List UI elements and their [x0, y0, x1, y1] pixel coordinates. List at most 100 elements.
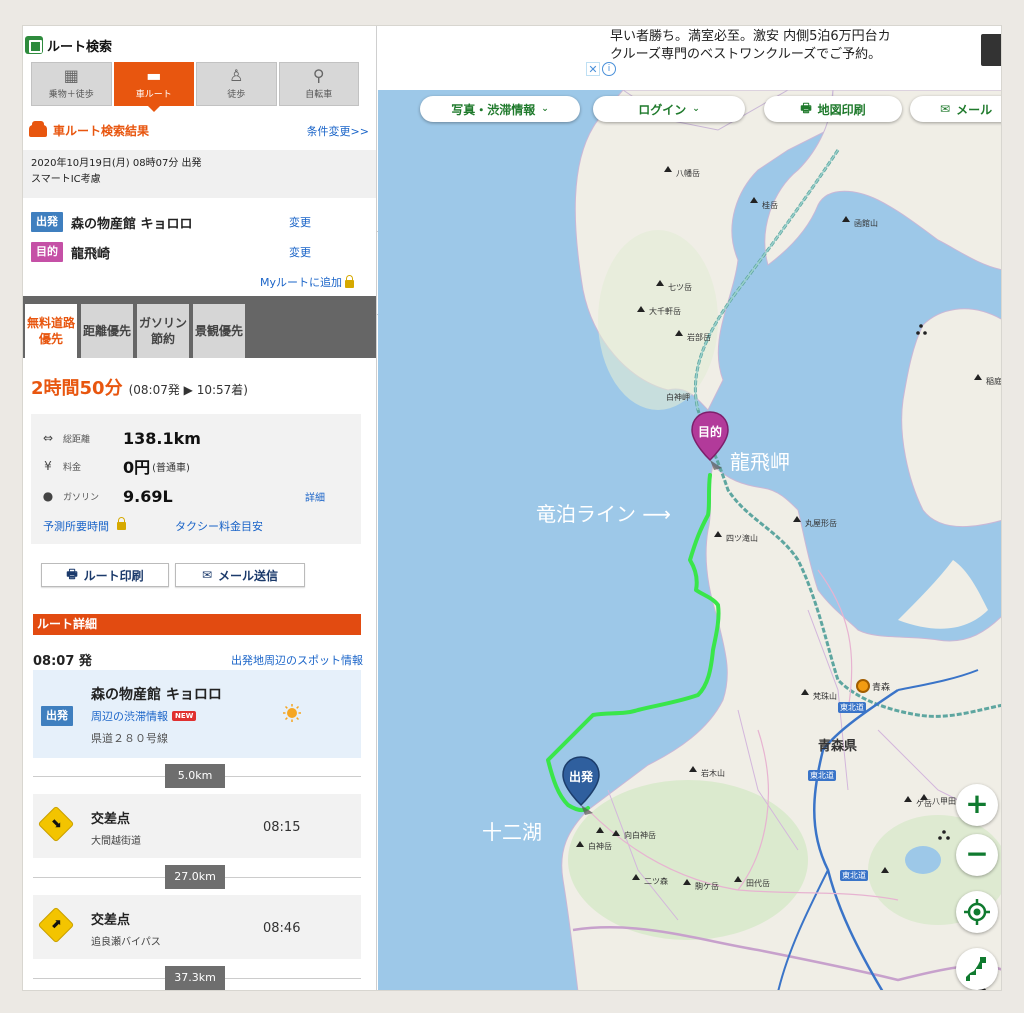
distance-label: 総距離: [63, 434, 91, 445]
tab-gas-saving[interactable]: ガソリン節約: [137, 304, 189, 358]
duration-detail: (08:07発 ▶ 10:57着): [128, 383, 248, 397]
map-base: [546, 90, 1001, 990]
tab-label: 徒歩: [227, 90, 246, 100]
mail-send-button[interactable]: ✉ メール送信: [175, 563, 305, 587]
start-pin-icon[interactable]: [559, 755, 603, 819]
gas-details-link[interactable]: 詳細: [305, 489, 325, 504]
walker-icon: ♙: [229, 66, 244, 85]
map-mail-button[interactable]: ✉ メール: [910, 96, 1001, 122]
step-name: 交差点: [91, 913, 131, 928]
turn-arrow-icon: ⬊: [50, 816, 62, 831]
chevron-down-icon: ⌄: [541, 104, 549, 114]
tab-label: 自転車: [305, 90, 333, 100]
mountain-label: 白神岳: [588, 842, 612, 851]
mountain-label: 四ツ滝山: [726, 534, 758, 543]
route-step[interactable]: ⬈ 交差点 追良瀬バイパス 08:46: [33, 895, 361, 959]
change-goal-link[interactable]: 変更: [289, 244, 311, 260]
tab-walk[interactable]: ♙ 徒歩: [196, 62, 277, 106]
spots-near-start-link[interactable]: 出発地周辺のスポット情報: [231, 652, 363, 668]
mountain-label: 八幡岳: [676, 169, 700, 178]
city-marker-aomori: [856, 679, 870, 693]
tab-car-route[interactable]: ▬ 車ルート: [113, 62, 194, 112]
mountain-label: 白神岬: [666, 393, 690, 402]
map-print-label: 地図印刷: [817, 102, 866, 117]
change-start-link[interactable]: 変更: [289, 214, 311, 230]
traffic-info-text: 周辺の渋滞情報: [91, 710, 168, 723]
start-road: 県道２８０号線: [91, 732, 168, 745]
sun-weather-icon: [283, 704, 301, 722]
step-name: 交差点: [91, 812, 131, 827]
mountain-label: 梵珠山: [813, 692, 837, 701]
printer-icon: 🖶: [800, 100, 812, 115]
start-tag: 出発: [31, 212, 63, 232]
ad-close-icon[interactable]: ✕: [586, 62, 600, 76]
mountain-label: 丸屋形岳: [805, 519, 837, 528]
current-location-button[interactable]: [956, 891, 998, 933]
map-view[interactable]: 写真・渋滞情報 ⌄ ログイン ⌄ 🖶 地図印刷 ✉ メール 八幡岳 桂岳 函館山…: [378, 90, 1002, 990]
segment-distance: 37.3km: [165, 966, 225, 990]
start-point-name: 森の物産館 キョロロ: [91, 687, 222, 703]
traffic-info-link[interactable]: 周辺の渋滞情報 NEW: [91, 708, 197, 724]
zoom-out-button[interactable]: −: [956, 834, 998, 876]
route-print-button[interactable]: 🖶 ルート印刷: [41, 563, 169, 587]
tab-bicycle[interactable]: ⚲ 自転車: [278, 62, 359, 106]
route-step[interactable]: ⬊ 交差点 大間越街道 08:15: [33, 794, 361, 858]
start-tag: 出発: [41, 706, 73, 726]
result-title-text: 車ルート検索結果: [53, 124, 150, 138]
route-duration: 2時間50分 (08:07発 ▶ 10:57着): [31, 374, 248, 400]
zoom-in-button[interactable]: +: [956, 784, 998, 826]
annotation-line: 竜泊ライン ⟶: [536, 502, 672, 526]
duration-value: 2時間50分: [31, 378, 123, 399]
segment-distance: 5.0km: [165, 764, 225, 788]
hill-area: [598, 230, 718, 410]
tab-transit-walk[interactable]: ▦ 乗物＋徒歩: [31, 62, 112, 106]
mountain-label: 大千軒岳: [649, 307, 681, 316]
route-detail-header: ルート詳細: [33, 614, 361, 635]
gas-drop-icon: ●: [42, 489, 54, 503]
japan-map-button[interactable]: [956, 948, 998, 990]
step-road: 大間越街道: [91, 836, 141, 847]
mountain-label: 岩木山: [701, 769, 725, 778]
fee-label: 料金: [63, 462, 82, 473]
photo-traffic-dropdown[interactable]: 写真・渋滞情報 ⌄: [420, 96, 580, 122]
car-icon: ▬: [146, 66, 162, 85]
result-title: 車ルート検索結果: [29, 120, 150, 139]
transport-mode-tabs: ▦ 乗物＋徒歩 ▬ 車ルート ♙ 徒歩 ⚲ 自転車: [31, 62, 359, 112]
start-place-name: 森の物産館 キョロロ: [71, 216, 193, 232]
fee-row: ¥ 料金 0円 (普通車): [31, 456, 361, 477]
tab-free-road-priority[interactable]: 無料道路優先: [25, 304, 77, 358]
goal-pin-icon[interactable]: [688, 410, 732, 474]
tab-label: 距離優先: [83, 324, 132, 338]
land-natsudomari: [898, 560, 988, 629]
photo-traffic-label: 写真・渋滞情報: [451, 102, 536, 117]
tab-scenery-priority[interactable]: 景観優先: [193, 304, 245, 358]
login-dropdown[interactable]: ログイン ⌄: [593, 96, 745, 122]
departure-datetime: 2020年10月19日(月) 08時07分 出発: [31, 158, 202, 169]
distance-value: 138.1km: [123, 428, 201, 448]
tab-distance-priority[interactable]: 距離優先: [81, 304, 133, 358]
change-conditions-link[interactable]: 条件変更>>: [307, 123, 369, 139]
mountain-label: 七ツ岳: [668, 283, 692, 292]
mountain-label: ゲ岳: [916, 799, 932, 808]
mountain-label: 函館山: [854, 219, 878, 228]
start-pin-label: 出発: [568, 770, 593, 784]
mountain-label: 桂岳: [762, 201, 778, 210]
departure-time: 08:07 発: [33, 654, 92, 669]
start-point-card: 出発 森の物産館 キョロロ 周辺の渋滞情報 NEW 県道２８０号線: [33, 670, 361, 758]
ad-banner[interactable]: 早い者勝ち。満室必至。激安 内側5泊6万円台カ クルーズ専門のベストワンクルーズ…: [378, 26, 1001, 90]
land-shimokita: [901, 308, 1001, 528]
start-place-row: 出発 森の物産館 キョロロ 変更: [31, 211, 361, 233]
fee-note: (普通車): [152, 462, 190, 474]
mountain-label: 二ツ森: [644, 877, 668, 886]
lake-towada: [905, 846, 941, 874]
prefecture-label: 青森県: [818, 739, 858, 754]
add-my-route-link[interactable]: Myルートに追加: [260, 274, 355, 290]
ad-arrow-button[interactable]: [981, 34, 1001, 66]
panel-title: ルート検索: [25, 34, 112, 56]
predicted-time-link[interactable]: 予測所要時間: [43, 520, 109, 533]
taxi-fare-link[interactable]: タクシー料金目安: [175, 520, 263, 533]
ad-info-icon[interactable]: i: [602, 62, 616, 76]
map-print-button[interactable]: 🖶 地図印刷: [764, 96, 902, 122]
mountain-label: 稲庭岳: [986, 377, 1002, 386]
expressway-label: 東北道: [808, 770, 836, 781]
